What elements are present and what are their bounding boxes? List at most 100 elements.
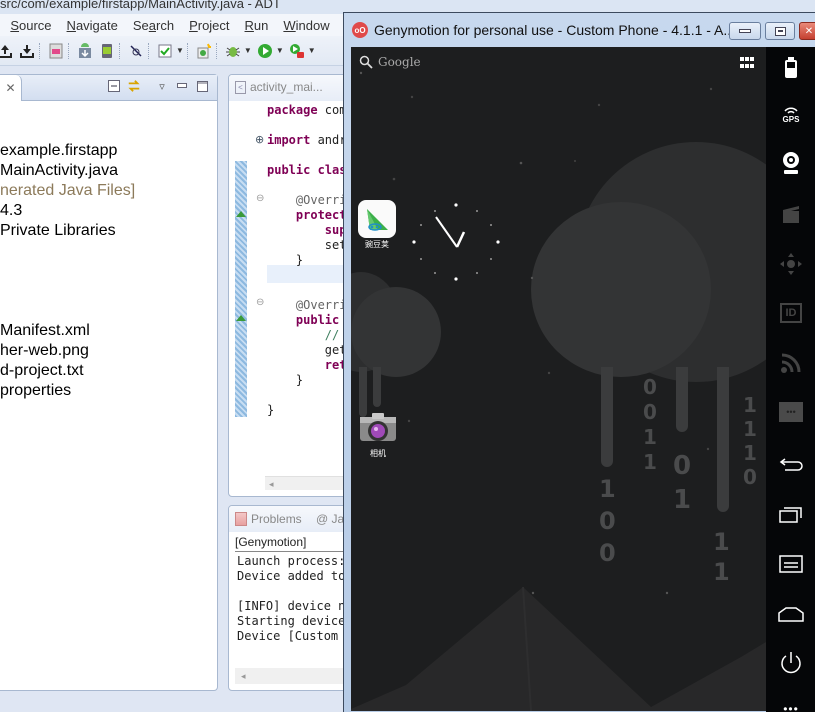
tab-problems[interactable]: Problems <box>235 512 302 526</box>
download-icon[interactable] <box>18 42 36 60</box>
menu-icon[interactable] <box>766 553 815 575</box>
tree-item[interactable]: example.firstapp <box>0 141 117 161</box>
home-icon[interactable] <box>766 603 815 625</box>
menu-navigate[interactable]: Navigate <box>67 18 118 33</box>
screencast-icon[interactable] <box>766 203 815 225</box>
battery-icon[interactable] <box>766 57 815 79</box>
back-icon[interactable] <box>766 453 815 475</box>
code-line: ret <box>324 358 347 372</box>
collapse-fold-icon[interactable]: ⊖ <box>256 193 264 204</box>
tree-item[interactable]: Manifest.xml <box>0 321 90 341</box>
tree-item[interactable]: 4.3 <box>0 201 22 221</box>
code-line: public <box>295 313 340 327</box>
console-tabbar: Problems @ Ja <box>229 506 352 532</box>
tab-javadoc[interactable]: @ Ja <box>316 512 344 526</box>
editor-text-area[interactable]: ⊕ ⊖ ⊖ package com import andr public clas … <box>229 101 352 478</box>
new-class-icon[interactable] <box>195 42 213 60</box>
menu-source[interactable]: Source <box>10 18 51 33</box>
menu-window[interactable]: Window <box>283 18 329 33</box>
genymotion-window: oO Genymotion for personal use - Custom … <box>343 12 815 712</box>
tree-item[interactable]: her-web.png <box>0 341 89 361</box>
collapse-fold-icon[interactable]: ⊖ <box>256 297 264 308</box>
editor-tab-activity-main[interactable]: < activity_mai... <box>235 80 323 94</box>
debug-icon[interactable] <box>224 42 242 60</box>
external-tools-icon[interactable] <box>288 42 306 60</box>
toolbar-separator <box>119 42 120 59</box>
webcam-icon[interactable] <box>766 151 815 175</box>
menu-project[interactable]: Project <box>189 18 229 33</box>
google-search-widget[interactable]: Google <box>359 55 421 69</box>
maximize-view-icon[interactable] <box>195 79 209 93</box>
checkbox-dropdown-icon[interactable]: ▼ <box>176 46 184 55</box>
device-id-label: ID <box>780 303 802 323</box>
gps-icon[interactable]: GPS <box>766 103 815 127</box>
run-icon[interactable] <box>256 42 274 60</box>
close-button[interactable]: ✕ <box>799 22 815 40</box>
lint-icon[interactable] <box>127 42 145 60</box>
change-ruler <box>235 161 247 417</box>
maximize-button[interactable] <box>765 22 795 40</box>
tree-item[interactable]: properties <box>0 381 71 401</box>
code-line: @Overri <box>267 298 347 312</box>
code-line: } <box>267 373 304 387</box>
override-marker-icon[interactable] <box>236 211 246 217</box>
tree-item[interactable]: MainActivity.java <box>0 161 118 181</box>
app-wandoujia[interactable]: 豌豆荚 <box>356 200 398 250</box>
tree-item[interactable]: Private Libraries <box>0 221 116 241</box>
code-line: protect <box>295 208 347 222</box>
code-line: public clas <box>267 163 347 177</box>
gps-label: GPS <box>782 114 800 124</box>
genymotion-title: Genymotion for personal use - Custom Pho… <box>374 22 736 38</box>
collapse-all-icon[interactable] <box>107 79 121 93</box>
link-with-editor-icon[interactable] <box>127 79 141 93</box>
checkbox-icon[interactable] <box>156 42 174 60</box>
google-search-label: Google <box>378 55 421 69</box>
minimize-button[interactable] <box>729 22 761 40</box>
sms-dots: ••• <box>779 402 803 422</box>
device-id-icon[interactable]: ID <box>766 301 815 325</box>
package-explorer-tabbar: ✕ ▿ <box>0 75 217 101</box>
more-icon[interactable]: ••• <box>766 702 815 712</box>
toolbar-separator <box>186 42 188 59</box>
menu-run[interactable]: Run <box>245 18 269 33</box>
dpad-icon[interactable] <box>766 251 815 277</box>
editor-horizontal-scrollbar[interactable]: ◂ <box>265 476 352 490</box>
run-dropdown-icon[interactable]: ▼ <box>276 46 284 55</box>
close-tab-icon[interactable]: ✕ <box>0 75 22 101</box>
code-line: sup <box>324 223 347 237</box>
analog-clock-widget[interactable] <box>411 197 501 287</box>
android-screen[interactable]: 0 0 1 1 1 0 0 0 1 1 1 1 0 1 1 Google 豌豆荚… <box>351 47 766 711</box>
genymotion-logo-icon: oO <box>352 22 368 38</box>
editor-tab-label: activity_mai... <box>250 80 323 94</box>
import-icon[interactable] <box>76 42 94 60</box>
tree-item[interactable]: nerated Java Files] <box>0 181 135 201</box>
adt-title-text: src/com/example/firstapp/MainActivity.ja… <box>0 0 281 11</box>
override-marker-icon[interactable] <box>236 315 246 321</box>
code-line: set <box>267 238 347 252</box>
console-header: [Genymotion] <box>235 535 307 549</box>
code-line: package com <box>267 103 347 117</box>
tree-item[interactable]: d-project.txt <box>0 361 84 381</box>
tab-problems-label: Problems <box>251 512 302 526</box>
rss-icon[interactable] <box>766 351 815 375</box>
adt-menubar: rSourceNavigateSearchProjectRunWindow <box>0 14 345 36</box>
menu-search[interactable]: Search <box>133 18 174 33</box>
app-label: 相机 <box>370 449 386 458</box>
expand-fold-icon[interactable]: ⊕ <box>255 133 264 146</box>
app-label: 豌豆荚 <box>365 240 389 249</box>
sms-icon[interactable]: ••• <box>766 399 815 425</box>
debug-dropdown-icon[interactable]: ▼ <box>244 46 252 55</box>
console-line: Starting device <box>237 614 346 628</box>
avd-manager-icon[interactable] <box>98 42 116 60</box>
android-sdk-manager-icon[interactable] <box>47 42 65 60</box>
minimize-view-icon[interactable] <box>175 79 189 93</box>
app-camera[interactable]: 相机 <box>357 409 399 459</box>
code-line: @Overri <box>267 193 347 207</box>
upload-icon[interactable] <box>0 42 14 60</box>
power-icon[interactable] <box>766 650 815 676</box>
external-tools-dropdown-icon[interactable]: ▼ <box>308 46 316 55</box>
recent-apps-icon[interactable] <box>766 503 815 525</box>
app-drawer-icon[interactable] <box>740 57 754 69</box>
console-horizontal-scrollbar[interactable]: ◂ <box>235 668 352 684</box>
view-menu-icon[interactable]: ▿ <box>155 79 169 93</box>
